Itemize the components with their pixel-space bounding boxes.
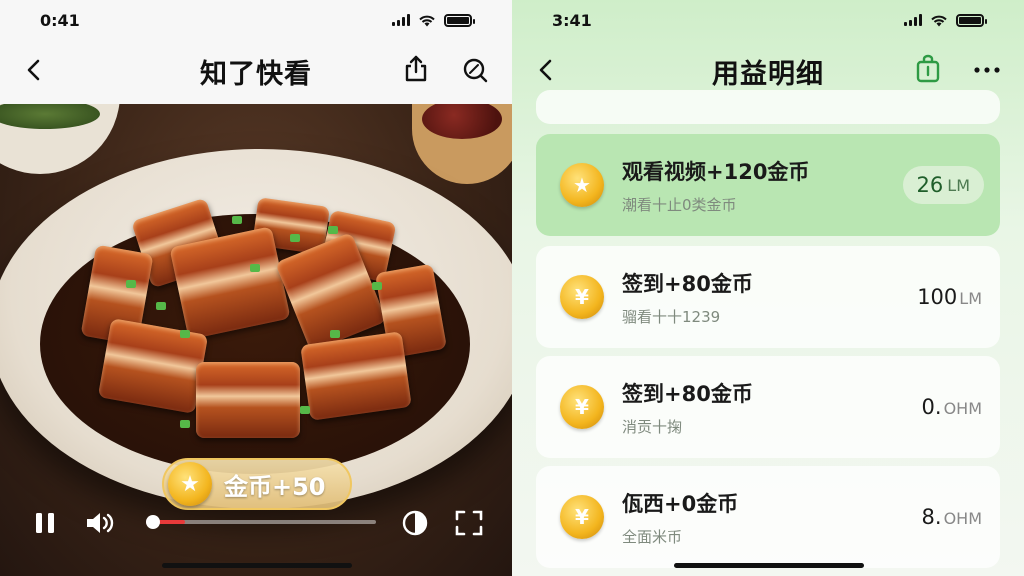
battery-icon: [444, 13, 475, 27]
coin-reward-badge: ★ 金币+50: [162, 458, 352, 510]
item-amount-group: 100 LM: [917, 285, 982, 309]
back-icon[interactable]: [20, 54, 48, 86]
item-unit: OHM: [943, 509, 982, 528]
status-time: 3:41: [552, 10, 592, 30]
yen-coin-icon: ¥: [560, 385, 604, 429]
item-amount: 0.: [921, 395, 942, 419]
list-item[interactable]: ¥ 签到+80金币 消贡十掬 0. OHM: [536, 356, 1000, 458]
nav-bar: 知了快看: [0, 40, 512, 102]
wallet-icon[interactable]: [914, 53, 942, 85]
item-amount: 26: [916, 173, 944, 197]
item-subtitle: 消贡十掬: [622, 417, 683, 436]
search-icon[interactable]: [460, 54, 490, 86]
video-app-pane: 0:41 知了快看 ★ 金币+50: [0, 0, 512, 576]
star-coin-icon: ★: [560, 163, 604, 207]
item-subtitle: 骝看十十1239: [622, 307, 721, 326]
fullscreen-icon[interactable]: [455, 510, 483, 536]
more-icon[interactable]: [972, 54, 1002, 86]
item-unit: LM: [959, 289, 982, 308]
page-title: 用益明细: [712, 58, 824, 90]
item-unit: LM: [947, 175, 970, 195]
item-title: 签到+80金币: [622, 381, 753, 406]
item-subtitle: 潮看十止0类金币: [622, 195, 737, 214]
yen-coin-icon: ¥: [560, 275, 604, 319]
home-indicator: [162, 563, 352, 568]
item-amount-group: 0. OHM: [922, 395, 982, 419]
earnings-detail-pane: 3:41 用益明细 ★ 观看视频+120金币 潮看十止0类金币 26 LM ¥ …: [512, 0, 1024, 576]
list-item-partial[interactable]: [536, 90, 1000, 124]
item-amount: 100: [917, 285, 958, 309]
status-time: 0:41: [40, 10, 80, 30]
item-subtitle: 全面米币: [622, 527, 683, 546]
item-unit: OHM: [943, 399, 982, 418]
list-item[interactable]: ¥ 签到+80金币 骝看十十1239 100 LM: [536, 246, 1000, 348]
wifi-icon: [419, 15, 435, 26]
share-icon[interactable]: [402, 53, 430, 85]
list-item[interactable]: ★ 观看视频+120金币 潮看十止0类金币 26 LM: [536, 134, 1000, 236]
video-progress-bar[interactable]: [146, 515, 376, 529]
battery-icon: [956, 13, 987, 27]
item-title: 观看视频+120金币: [622, 159, 810, 184]
yen-coin-icon: ¥: [560, 495, 604, 539]
home-indicator: [674, 563, 864, 568]
signal-icon: [392, 14, 410, 26]
screen: 0:41 知了快看 ★ 金币+50 3:41 用益明细 ★ 观看视频+120金币…: [0, 0, 1024, 576]
item-amount-group: 8. OHM: [922, 505, 982, 529]
brightness-icon[interactable]: [400, 508, 430, 538]
reward-label: 金币+50: [224, 472, 326, 501]
item-title: 佤西+0金币: [622, 491, 739, 516]
progress-knob[interactable]: [146, 515, 160, 529]
list-item[interactable]: ¥ 佤西+0金币 全面米币 8. OHM: [536, 466, 1000, 568]
volume-icon[interactable]: [84, 510, 116, 536]
page-title: 知了快看: [200, 58, 312, 90]
signal-icon: [904, 14, 922, 26]
pause-icon[interactable]: [34, 511, 56, 535]
status-bar: 0:41: [0, 0, 512, 40]
status-bar: 3:41: [512, 0, 1024, 40]
back-icon[interactable]: [532, 54, 560, 86]
item-amount: 8.: [921, 505, 942, 529]
item-title: 签到+80金币: [622, 271, 753, 296]
star-coin-icon: ★: [168, 462, 212, 506]
amount-badge: 26 LM: [902, 166, 984, 204]
wifi-icon: [931, 15, 947, 26]
